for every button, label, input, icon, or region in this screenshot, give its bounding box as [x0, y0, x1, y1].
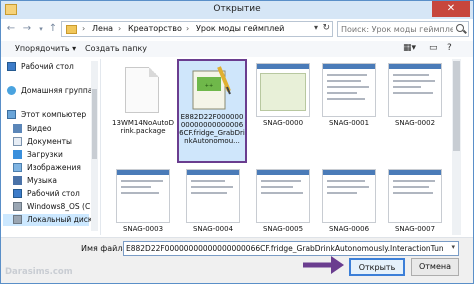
command-toolbar: Упорядочить ▾ Создать папку ▦▾ ▭ ?	[1, 41, 473, 57]
screenshot-thumbnail	[186, 169, 240, 223]
preview-pane-icon[interactable]: ▭	[429, 43, 438, 53]
homegroup-icon	[7, 86, 16, 95]
video-icon	[13, 124, 22, 133]
search-icon[interactable]	[456, 24, 464, 32]
file-name: SNAG-0004	[192, 225, 234, 233]
file-item[interactable]: SNAG-0003	[111, 169, 175, 235]
drive-icon	[13, 202, 22, 211]
file-name: SNAG-0000	[262, 119, 304, 127]
sidebar-scrollbar[interactable]	[91, 61, 98, 231]
sidebar-item-documents[interactable]: Документы	[3, 136, 89, 148]
breadcrumb-item-lesson[interactable]: Урок моды геймплей	[196, 24, 284, 33]
file-name: E882D22F000000000000000000066CF.fridge_G…	[179, 113, 245, 145]
sidebar-item-videos[interactable]: Видео	[3, 123, 89, 135]
screenshot-thumbnail	[388, 63, 442, 117]
file-name: SNAG-0001	[328, 119, 370, 127]
file-item[interactable]: SNAG-0006	[317, 169, 381, 235]
breadcrumb-item-creation[interactable]: Креаторство	[128, 24, 182, 33]
file-name: SNAG-0003	[122, 225, 164, 233]
file-name: SNAG-0006	[328, 225, 370, 233]
file-item[interactable]: SNAG-0000	[251, 63, 315, 163]
breadcrumb-item-lena[interactable]: Лена	[92, 24, 113, 33]
refresh-icon[interactable]: ↻	[322, 23, 330, 33]
sidebar-item-homegroup[interactable]: Домашняя группа	[3, 85, 92, 97]
file-name: SNAG-0007	[394, 225, 436, 233]
recent-dropdown-icon[interactable]: ▾	[35, 23, 47, 35]
sidebar-item-local-disk[interactable]: Локальный диск	[3, 214, 92, 226]
breadcrumb-separator: ›	[186, 24, 190, 33]
folder-icon	[66, 25, 77, 34]
sidebar-item-pictures[interactable]: Изображения	[3, 162, 89, 174]
screenshot-thumbnail	[322, 169, 376, 223]
file-list-scrollbar-thumb[interactable]	[453, 61, 460, 151]
address-row: ← → ▾ ↑ › Лена › Креаторство › Урок моды…	[1, 19, 473, 39]
screenshot-thumbnail	[322, 63, 376, 117]
sidebar-item-desktop[interactable]: Рабочий стол	[3, 61, 89, 73]
file-name: SNAG-0002	[394, 119, 436, 127]
file-item[interactable]: SNAG-0004	[181, 169, 245, 235]
sidebar-item-desktop-2[interactable]: Рабочий стол	[3, 188, 89, 200]
file-name: SNAG-0005	[262, 225, 304, 233]
sidebar-scrollbar-thumb[interactable]	[92, 89, 97, 159]
breadcrumb-separator: ›	[82, 24, 86, 33]
help-icon[interactable]: ?	[447, 43, 452, 53]
music-icon	[13, 176, 22, 185]
navigation-pane: Рабочий стол Домашняя группа Этот компью…	[1, 59, 101, 235]
sidebar-item-downloads[interactable]: Загрузки	[3, 149, 89, 161]
svg-text:++: ++	[205, 83, 213, 89]
file-item[interactable]: SNAG-0007	[383, 169, 447, 235]
cancel-button[interactable]: Отмена	[411, 258, 459, 276]
desktop-icon	[13, 189, 22, 198]
view-options-icon[interactable]: ▦▾	[403, 43, 416, 53]
title-bar: Открытие ✕	[1, 1, 473, 19]
sidebar-item-this-pc[interactable]: Этот компьютер	[3, 109, 89, 121]
watermark: Darasims.com	[5, 267, 73, 277]
pointer-arrow-icon	[303, 256, 344, 274]
address-bar[interactable]: › Лена › Креаторство › Урок моды геймпле…	[61, 21, 333, 37]
documents-icon	[13, 137, 22, 146]
sidebar-item-drive-c[interactable]: Windows8_OS (C:)	[3, 201, 96, 213]
window-title: Открытие	[213, 4, 261, 14]
file-list: 13WM14NoAutoDrink.package ++ E882D22F000…	[103, 59, 461, 235]
search-input[interactable]	[341, 23, 453, 35]
document-icon	[125, 67, 159, 113]
screenshot-thumbnail	[256, 63, 310, 117]
sidebar-item-music[interactable]: Музыка	[3, 175, 89, 187]
computer-icon	[7, 110, 16, 119]
address-dropdown-icon[interactable]: ▾	[314, 23, 318, 32]
drive-icon	[13, 215, 22, 224]
downloads-icon	[13, 150, 22, 159]
pictures-icon	[13, 163, 22, 172]
open-button[interactable]: Открыть	[349, 258, 405, 276]
organize-button[interactable]: Упорядочить ▾	[15, 44, 76, 53]
filename-dropdown-icon[interactable]: ▾	[451, 243, 455, 251]
notepad-plus-plus-icon: ++	[192, 66, 231, 110]
file-item[interactable]: SNAG-0001	[317, 63, 381, 163]
screenshot-thumbnail	[256, 169, 310, 223]
up-arrow-icon[interactable]: ↑	[47, 23, 59, 35]
new-folder-button[interactable]: Создать папку	[85, 44, 147, 53]
file-item[interactable]: SNAG-0005	[251, 169, 315, 235]
filename-input[interactable]	[126, 243, 444, 254]
breadcrumb-separator: ›	[118, 24, 122, 33]
search-box[interactable]	[337, 21, 469, 37]
file-list-scrollbar[interactable]	[452, 59, 461, 235]
open-file-dialog: Открытие ✕ ← → ▾ ↑ › Лена › Креаторство …	[0, 0, 474, 284]
filename-field[interactable]: ▾	[123, 241, 459, 256]
file-item-selected[interactable]: ++ E882D22F000000000000000000066CF.fridg…	[177, 59, 247, 163]
screenshot-thumbnail	[388, 169, 442, 223]
desktop-icon	[7, 62, 16, 71]
back-arrow-icon[interactable]: ←	[5, 23, 17, 35]
screenshot-thumbnail	[116, 169, 170, 223]
file-name: 13WM14NoAutoDrink.package	[112, 119, 174, 135]
file-item[interactable]: SNAG-0002	[383, 63, 447, 163]
file-item[interactable]: 13WM14NoAutoDrink.package	[111, 63, 175, 163]
forward-arrow-icon[interactable]: →	[21, 23, 33, 35]
close-button[interactable]: ✕	[432, 1, 470, 17]
